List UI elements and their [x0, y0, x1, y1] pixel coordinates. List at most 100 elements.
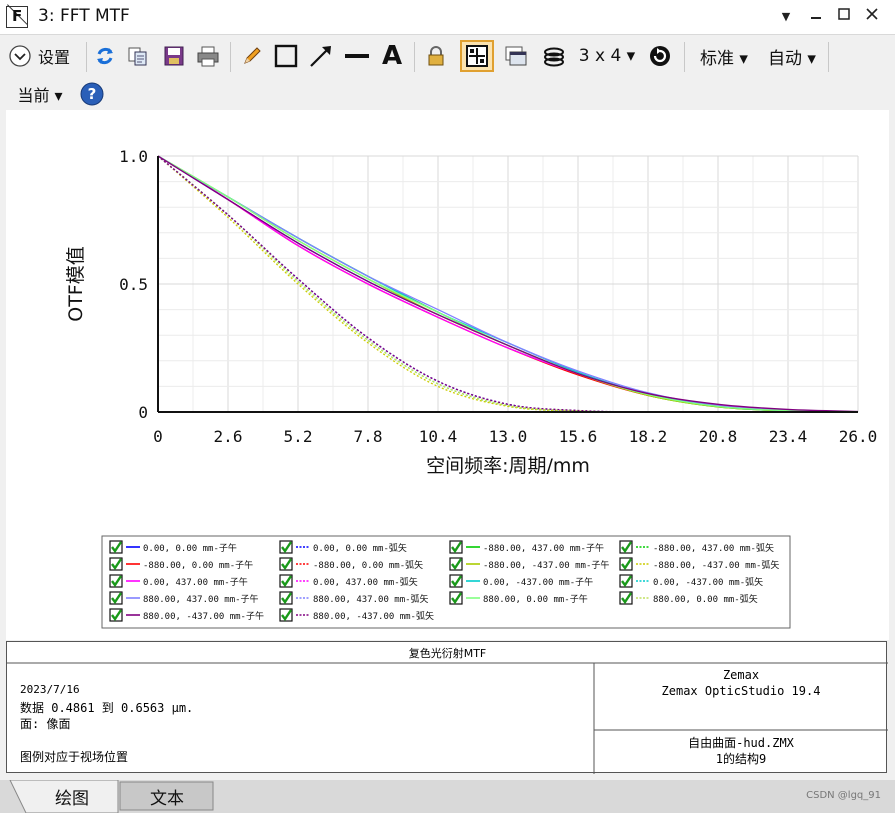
mtf-chart: 0 2.6 5.2 7.8 10.4 13.0 15.6 18.2 20.8 23.4 26.0 0 0… — [65, 147, 878, 629]
help-button[interactable]: ? — [78, 80, 106, 108]
date-text: 2023/7/16 — [20, 683, 80, 696]
legend-label: -880.00, -437.00 mm-弧矢 — [653, 559, 779, 571]
y-axis-label: OTF模值 — [65, 246, 87, 322]
company-text: Zemax — [722, 668, 760, 682]
legend-label: 0.00, 0.00 mm-子午 — [143, 542, 237, 554]
title-bar: F 3: FFT MTF ▼ — [0, 0, 895, 35]
x-tick-label: 15.6 — [559, 427, 598, 446]
copy-icon — [128, 47, 147, 66]
line-icon — [345, 54, 369, 58]
crosshair-grid-icon — [466, 45, 488, 67]
print-button[interactable] — [194, 42, 222, 70]
legend-label: 880.00, -437.00 mm-弧矢 — [313, 610, 434, 622]
zemax-app-icon: F — [6, 4, 28, 28]
window-title: 3: FFT MTF — [38, 6, 130, 26]
legend-label: -880.00, 437.00 mm-弧矢 — [653, 542, 774, 554]
windows-icon — [505, 46, 527, 66]
minimize-icon — [811, 17, 821, 19]
main-toolbar: 设置 A 3 x 4 ▾ 标准 ▾ 自动 ▾ — [0, 38, 895, 76]
settings-button[interactable]: 设置 — [8, 42, 88, 70]
x-tick-label: 18.2 — [629, 427, 668, 446]
wavelength-range-text: 数据 0.4861 到 0.6563 μm. — [20, 701, 194, 715]
file-name-text: 自由曲面-hud.ZMX — [688, 736, 794, 750]
window-menu-button[interactable]: ▼ — [776, 7, 796, 27]
x-tick-label: 5.2 — [284, 427, 313, 446]
secondary-toolbar: 当前 ▾ ? — [0, 76, 895, 110]
legend-label: 0.00, 437.00 mm-子午 — [143, 576, 248, 588]
close-button[interactable] — [862, 7, 882, 27]
toolbar-divider — [86, 42, 87, 72]
layers-button[interactable] — [540, 42, 568, 70]
legend-label: 880.00, 0.00 mm-子午 — [483, 593, 588, 605]
toolbar-divider — [414, 42, 415, 72]
auto-dropdown[interactable]: 自动 ▾ — [762, 42, 822, 70]
legend-label: 0.00, 437.00 mm-弧矢 — [313, 576, 418, 588]
rectangle-tool-button[interactable] — [272, 42, 300, 70]
standard-dropdown[interactable]: 标准 ▾ — [694, 42, 754, 70]
legend-label: 0.00, -437.00 mm-子午 — [483, 576, 593, 588]
legend-label: -880.00, 437.00 mm-子午 — [483, 542, 604, 554]
svg-text:?: ? — [88, 85, 97, 103]
settings-label: 设置 — [38, 48, 71, 67]
rotate-icon — [650, 46, 670, 66]
bottom-tab-bar: 绘图 文本 CSDN @lgq_91 — [0, 780, 895, 813]
refresh-button[interactable] — [92, 42, 118, 70]
tab-text[interactable]: 文本 — [122, 781, 212, 811]
toolbar-divider — [828, 42, 829, 72]
surface-text: 面: 像面 — [20, 717, 71, 731]
x-tick-label: 13.0 — [489, 427, 528, 446]
legend: 0.00, 0.00 mm-子午 0.00, 0.00 mm-弧矢 -880.00,… — [101, 535, 791, 629]
x-tick-label: 23.4 — [769, 427, 808, 446]
x-tick-label: 0 — [153, 427, 163, 446]
legend-label: 0.00, 0.00 mm-弧矢 — [313, 542, 407, 554]
product-text: Zemax OpticStudio 19.4 — [661, 684, 821, 698]
toolbar-divider — [230, 42, 231, 72]
grid-size-dropdown[interactable]: 3 x 4 ▾ — [576, 42, 638, 70]
maximize-button[interactable] — [834, 7, 854, 27]
lock-button[interactable] — [422, 42, 450, 70]
watermark: CSDN @lgq_91 — [806, 790, 881, 801]
legend-label: 880.00, -437.00 mm-子午 — [143, 610, 264, 622]
current-dropdown[interactable]: 当前 ▾ — [10, 80, 70, 108]
copy-button[interactable] — [124, 42, 152, 70]
maximize-icon — [838, 8, 850, 20]
layers-icon — [544, 47, 564, 67]
lock-icon — [428, 46, 444, 66]
refresh-icon — [97, 47, 113, 65]
legend-label: -880.00, -437.00 mm-子午 — [483, 559, 609, 571]
x-tick-label: 20.8 — [699, 427, 738, 446]
legend-label: 880.00, 437.00 mm-子午 — [143, 593, 259, 605]
arrow-tool-button[interactable] — [306, 42, 336, 70]
legend-label: 880.00, 437.00 mm-弧矢 — [313, 593, 429, 605]
legend-label: -880.00, 0.00 mm-弧矢 — [313, 559, 423, 571]
arrow-icon — [310, 46, 331, 67]
configuration-text: 1的结构9 — [715, 752, 767, 766]
x-tick-label: 10.4 — [419, 427, 458, 446]
y-tick-label: 1.0 — [119, 147, 148, 166]
layout-toggle-button[interactable] — [460, 40, 494, 72]
pencil-tool-button[interactable] — [238, 42, 266, 70]
y-tick-label: 0.5 — [119, 275, 148, 294]
close-icon — [866, 8, 878, 20]
toolbar-divider — [684, 42, 685, 72]
legend-label: -880.00, 0.00 mm-子午 — [143, 559, 253, 571]
y-tick-label: 0 — [138, 403, 148, 422]
info-panel: 复色光衍射MTF 2023/7/16 数据 0.4861 到 0.6563 μm… — [6, 641, 888, 774]
legend-label: 880.00, 0.00 mm-弧矢 — [653, 593, 758, 605]
line-tool-button[interactable] — [342, 42, 372, 70]
rotate-button[interactable] — [646, 42, 674, 70]
x-tick-label: 26.0 — [839, 427, 878, 446]
help-icon: ? — [80, 82, 104, 106]
window-clone-button[interactable] — [502, 42, 530, 70]
x-tick-label: 7.8 — [354, 427, 383, 446]
text-tool-button[interactable]: A — [378, 41, 406, 71]
legend-label: 0.00, -437.00 mm-弧矢 — [653, 576, 763, 588]
mtf-plot-panel: 0 2.6 5.2 7.8 10.4 13.0 15.6 18.2 20.8 23.4 26.0 0 0… — [6, 110, 889, 640]
minimize-button[interactable] — [806, 7, 826, 27]
rectangle-icon — [274, 44, 298, 68]
printer-icon — [197, 46, 219, 67]
tab-graph[interactable]: 绘图 — [30, 781, 114, 811]
save-button[interactable] — [160, 42, 188, 70]
chevron-down-circle-icon — [9, 45, 31, 67]
x-axis-label: 空间频率:周期/mm — [426, 455, 590, 477]
